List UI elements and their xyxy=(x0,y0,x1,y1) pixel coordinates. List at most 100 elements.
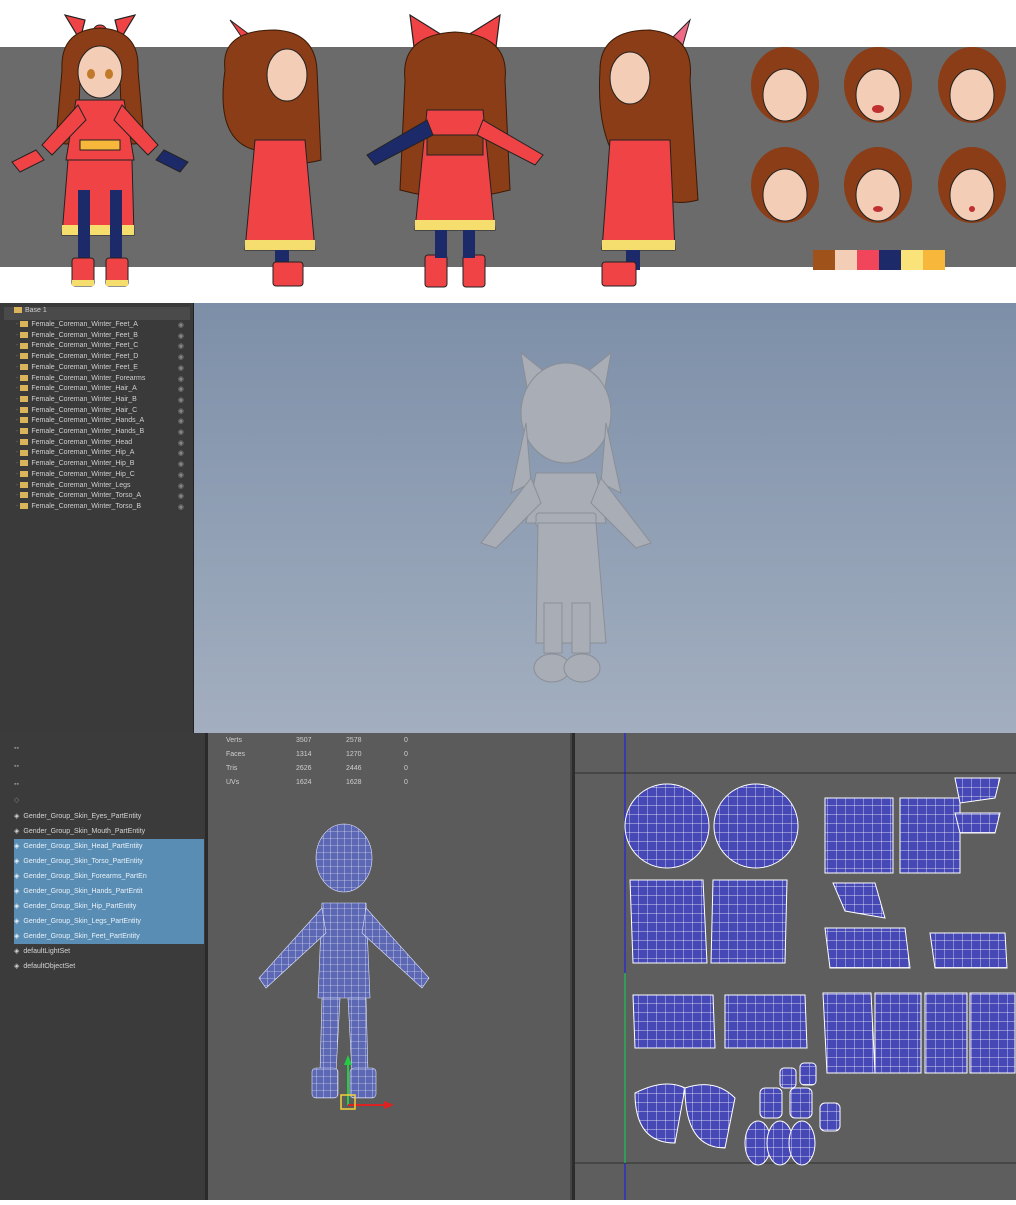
outliner-item-label: Female_Coreman_Winter_Hair_B xyxy=(31,395,137,403)
eye-icon[interactable]: ◉ xyxy=(178,396,184,404)
folder-icon xyxy=(20,481,29,488)
outliner-item[interactable]: ◈ defaultLightSet xyxy=(14,944,204,959)
folder-icon xyxy=(20,438,29,445)
stat-value: 0 xyxy=(404,765,408,772)
mesh-icon: ▪▪ xyxy=(14,781,19,788)
tree-branch: - xyxy=(16,460,19,468)
folder-icon xyxy=(20,385,29,392)
palette-swatch xyxy=(879,250,901,270)
eye-icon[interactable]: ◉ xyxy=(178,439,184,447)
stat-value: 1314 xyxy=(296,751,312,758)
eye-icon[interactable]: ◉ xyxy=(178,321,184,329)
eye-icon[interactable]: ◉ xyxy=(178,492,184,500)
sculpt-viewport[interactable] xyxy=(194,303,1016,733)
outliner-item-label: defaultLightSet xyxy=(23,948,71,955)
set-icon: ◈ xyxy=(14,858,20,865)
outliner-mesh-row[interactable]: ▪▪ xyxy=(14,741,204,756)
tree-branch: - xyxy=(16,449,19,457)
outliner-item-label: Female_Coreman_Winter_Torso_B xyxy=(31,502,142,510)
eye-icon[interactable]: ◉ xyxy=(178,332,184,340)
outliner-mesh-row[interactable]: ▪▪ xyxy=(14,759,204,774)
stat-label: Verts xyxy=(226,737,242,744)
outliner-top: Base 1 - Female_Coreman_Winter_Feet_A ◉ - Fe… xyxy=(0,303,194,733)
eye-icon[interactable]: ◉ xyxy=(178,460,184,468)
eye-icon[interactable]: ◉ xyxy=(178,417,184,425)
outliner-item-label: Female_Coreman_Winter_Torso_A xyxy=(31,492,142,500)
outliner-item-label: Female_Coreman_Winter_Hair_A xyxy=(31,385,137,393)
outliner-root-row[interactable]: Base 1 xyxy=(4,307,190,320)
set-icon: ◈ xyxy=(14,918,20,925)
folder-icon xyxy=(20,492,29,499)
outliner-item-label: Female_Coreman_Winter_Hands_A xyxy=(31,417,145,425)
outliner-item-label: Gender_Group_Skin_Torso_PartEntity xyxy=(23,858,143,865)
folder-icon xyxy=(20,374,29,381)
folder-icon xyxy=(20,321,29,328)
eye-icon[interactable]: ◉ xyxy=(178,364,184,372)
tree-branch: - xyxy=(16,342,19,350)
tree-branch: - xyxy=(16,438,19,446)
stat-value: 2578 xyxy=(346,737,362,744)
outliner-item[interactable]: ◈ Gender_Group_Skin_Forearms_PartEn xyxy=(14,869,204,884)
expression-sheet xyxy=(751,47,1006,223)
outliner-bottom: ▪▪ ▪▪ ▪▪ ◇ ◈ Gender_Group_Skin_Eyes_PartE… xyxy=(0,733,208,1200)
tree-branch: - xyxy=(16,406,19,414)
uv-editor[interactable] xyxy=(572,733,1016,1200)
outliner-item-label: Female_Coreman_Winter_Hip_C xyxy=(31,470,135,478)
tree-branch: - xyxy=(16,492,19,500)
tree-branch: - xyxy=(16,428,19,435)
eye-icon[interactable]: ◉ xyxy=(178,482,184,490)
outliner-item-label: Gender_Group_Skin_Eyes_PartEntity xyxy=(23,813,142,820)
outliner-item[interactable]: ◈ Gender_Group_Skin_Hip_PartEntity xyxy=(14,899,204,914)
stat-value: 1628 xyxy=(346,779,362,786)
outliner-item-label: Gender_Group_Skin_Hands_PartEntit xyxy=(23,888,143,895)
stat-value: 1624 xyxy=(296,779,312,786)
stat-label: Tris xyxy=(226,765,238,772)
eye-icon[interactable]: ◉ xyxy=(178,375,184,383)
outliner-item[interactable]: ◈ defaultObjectSet xyxy=(14,959,204,974)
set-icon: ◈ xyxy=(14,948,20,955)
outliner-item[interactable]: ◈ Gender_Group_Skin_Feet_PartEntity xyxy=(14,929,204,944)
uv-layout xyxy=(575,733,1016,1200)
outliner-item[interactable]: ◈ Gender_Group_Skin_Legs_PartEntity xyxy=(14,914,204,929)
eye-icon[interactable]: ◉ xyxy=(178,342,184,350)
set-icon: ◇ xyxy=(14,797,20,804)
folder-icon xyxy=(20,470,29,477)
outliner-item-label: Female_Coreman_Winter_Feet_B xyxy=(31,331,138,339)
outliner-item[interactable]: - Female_Coreman_Winter_Torso_B ◉ xyxy=(4,503,190,516)
outliner-item[interactable]: ◈ Gender_Group_Skin_Head_PartEntity xyxy=(14,839,204,854)
folder-icon xyxy=(20,406,29,413)
set-icon: ◈ xyxy=(14,873,20,880)
eye-icon[interactable]: ◉ xyxy=(178,471,184,479)
eye-icon[interactable]: ◉ xyxy=(178,428,184,436)
outliner-item-label: Gender_Group_Skin_Feet_PartEntity xyxy=(23,933,140,940)
outliner-item[interactable]: ◈ Gender_Group_Skin_Torso_PartEntity xyxy=(14,854,204,869)
tree-branch: - xyxy=(16,395,19,403)
folder-icon xyxy=(20,428,29,435)
eye-icon[interactable]: ◉ xyxy=(178,407,184,415)
outliner-item[interactable]: ◈ Gender_Group_Skin_Eyes_PartEntity xyxy=(14,809,204,824)
outliner-mesh-row[interactable]: ▪▪ xyxy=(14,777,204,792)
wireframe-base-body xyxy=(258,823,430,1110)
outliner-item-label: Female_Coreman_Winter_Feet_D xyxy=(31,353,139,361)
stat-value: 2626 xyxy=(296,765,312,772)
outliner-item-label: Female_Coreman_Winter_Hip_A xyxy=(31,449,135,457)
stat-label: UVs xyxy=(226,779,240,786)
tree-branch: - xyxy=(16,353,19,361)
folder-icon xyxy=(20,417,29,424)
outliner-item[interactable]: ◈ Gender_Group_Skin_Hands_PartEntit xyxy=(14,884,204,899)
set-icon: ◈ xyxy=(14,963,20,970)
stat-value: 0 xyxy=(404,779,408,786)
outliner-group-row[interactable]: ◇ xyxy=(14,793,204,808)
set-icon: ◈ xyxy=(14,813,20,820)
eye-icon[interactable]: ◉ xyxy=(178,385,184,393)
eye-icon[interactable]: ◉ xyxy=(178,449,184,457)
character-side-view-right xyxy=(598,18,699,287)
outliner-item[interactable]: ◈ Gender_Group_Skin_Mouth_PartEntity xyxy=(14,824,204,839)
eye-icon[interactable]: ◉ xyxy=(178,353,184,361)
mesh-viewport[interactable] xyxy=(208,733,570,1200)
eye-icon[interactable]: ◉ xyxy=(178,503,184,511)
set-icon: ◈ xyxy=(14,843,20,850)
mesh-icon: ▪▪ xyxy=(14,745,19,752)
set-icon: ◈ xyxy=(14,828,20,835)
tree-branch: - xyxy=(16,470,19,478)
